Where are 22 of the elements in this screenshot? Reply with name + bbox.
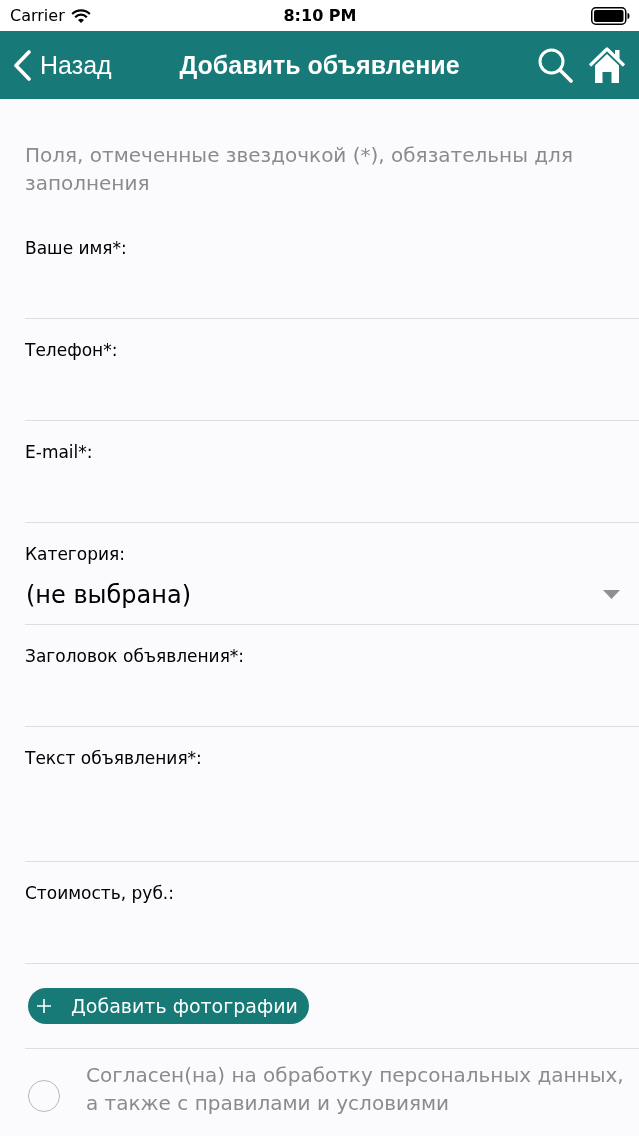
home-icon[interactable] <box>588 46 626 84</box>
consent-text: Согласен(на) на обработку персональных данных, а также с правилами и условиями <box>86 1062 625 1117</box>
carrier-name: Carrier <box>10 6 65 25</box>
category-dropdown[interactable]: (не выбрана) <box>25 565 639 625</box>
wifi-icon <box>70 8 91 23</box>
battery-icon <box>591 6 630 25</box>
field-label: Категория: <box>25 543 125 565</box>
field-label: Стоимость, руб.: <box>25 882 174 904</box>
add-photos-button[interactable]: Добавить фотографии <box>28 988 309 1024</box>
clock: 8:10 PM <box>283 6 357 25</box>
field-label: E-mail*: <box>25 441 93 463</box>
field-label: Заголовок объявления*: <box>25 645 245 667</box>
screen-title: Добавить объявление <box>179 50 460 80</box>
back-button[interactable]: Назад <box>12 49 112 81</box>
caret-down-icon <box>603 590 620 599</box>
chevron-left-icon <box>12 49 32 81</box>
field-label: Текст объявления*: <box>25 747 202 769</box>
search-icon[interactable] <box>537 47 573 83</box>
field-label: Ваше имя*: <box>25 237 127 259</box>
field-label: Телефон*: <box>25 339 118 361</box>
plus-icon <box>37 999 51 1013</box>
required-fields-hint: Поля, отмеченные звездочкой (*), обязательны для заполнения <box>25 142 574 197</box>
